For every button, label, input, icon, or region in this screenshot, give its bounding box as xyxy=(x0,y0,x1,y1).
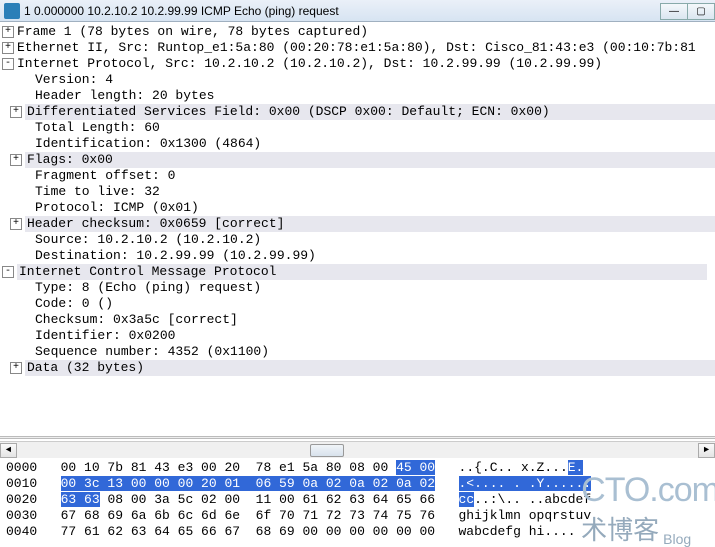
tree-label: Source: 10.2.10.2 (10.2.10.2) xyxy=(35,232,261,248)
packet-details-tree[interactable]: +Frame 1 (78 bytes on wire, 78 bytes cap… xyxy=(0,22,715,434)
collapse-icon[interactable]: - xyxy=(2,266,14,278)
expand-icon[interactable]: + xyxy=(2,42,14,54)
tree-label: Sequence number: 4352 (0x1100) xyxy=(35,344,269,360)
ascii-selection: .<.... . .Y...... xyxy=(459,476,592,491)
tree-label: Identifier: 0x0200 xyxy=(35,328,175,344)
hex-offset: 0000 xyxy=(6,460,37,475)
expand-icon[interactable]: + xyxy=(10,362,22,374)
tree-label: Frame 1 (78 bytes on wire, 78 bytes capt… xyxy=(17,24,368,40)
tree-row[interactable]: Time to live: 32 xyxy=(0,184,715,200)
hex-selection: 63 63 xyxy=(61,492,100,507)
tree-label: Internet Protocol, Src: 10.2.10.2 (10.2.… xyxy=(17,56,602,72)
hex-offset: 0010 xyxy=(6,476,37,491)
tree-label: Protocol: ICMP (0x01) xyxy=(35,200,199,216)
tree-row[interactable]: Version: 4 xyxy=(0,72,715,88)
tree-row[interactable]: Total Length: 60 xyxy=(0,120,715,136)
tree-label: Destination: 10.2.99.99 (10.2.99.99) xyxy=(35,248,316,264)
tree-row[interactable]: +Header checksum: 0x0659 [correct] xyxy=(0,216,715,232)
tree-label: Code: 0 () xyxy=(35,296,113,312)
tree-label: Data (32 bytes) xyxy=(25,360,715,376)
hex-line[interactable]: 0030 67 68 69 6a 6b 6c 6d 6e 6f 70 71 72… xyxy=(6,508,709,524)
tree-row[interactable]: Checksum: 0x3a5c [correct] xyxy=(0,312,715,328)
scroll-thumb[interactable] xyxy=(310,444,344,457)
tree-row[interactable]: Code: 0 () xyxy=(0,296,715,312)
horizontal-scrollbar[interactable]: ◄ ► xyxy=(0,441,715,458)
pane-splitter[interactable] xyxy=(0,436,715,439)
expand-icon[interactable]: + xyxy=(2,26,14,38)
tree-row[interactable]: Sequence number: 4352 (0x1100) xyxy=(0,344,715,360)
tree-label: Type: 8 (Echo (ping) request) xyxy=(35,280,261,296)
hex-line[interactable]: 0010 00 3c 13 00 00 00 20 01 06 59 0a 02… xyxy=(6,476,709,492)
expand-icon[interactable]: + xyxy=(10,106,22,118)
tree-label: Flags: 0x00 xyxy=(25,152,715,168)
tree-label: Total Length: 60 xyxy=(35,120,160,136)
hex-selection: 45 00 xyxy=(396,460,435,475)
hex-selection: 00 3c 13 00 00 00 20 01 06 59 0a 02 0a 0… xyxy=(61,476,435,491)
minimize-button[interactable]: — xyxy=(660,3,688,20)
ascii-selection: cc xyxy=(459,492,475,507)
tree-row[interactable]: +Differentiated Services Field: 0x00 (DS… xyxy=(0,104,715,120)
hex-line[interactable]: 0000 00 10 7b 81 43 e3 00 20 78 e1 5a 80… xyxy=(6,460,709,476)
tree-label: Version: 4 xyxy=(35,72,113,88)
tree-row[interactable]: Identifier: 0x0200 xyxy=(0,328,715,344)
tree-label: Ethernet II, Src: Runtop_e1:5a:80 (00:20… xyxy=(17,40,696,56)
tree-label: Identification: 0x1300 (4864) xyxy=(35,136,261,152)
scroll-right-button[interactable]: ► xyxy=(698,443,715,458)
maximize-button[interactable]: ▢ xyxy=(687,3,715,20)
hex-line[interactable]: 0020 63 63 08 00 3a 5c 02 00 11 00 61 62… xyxy=(6,492,709,508)
tree-label: Header length: 20 bytes xyxy=(35,88,214,104)
tree-row[interactable]: +Data (32 bytes) xyxy=(0,360,715,376)
hex-offset: 0040 xyxy=(6,524,37,539)
scroll-left-button[interactable]: ◄ xyxy=(0,443,17,458)
tree-label: Checksum: 0x3a5c [correct] xyxy=(35,312,238,328)
expand-icon[interactable]: + xyxy=(10,218,22,230)
expand-icon[interactable]: + xyxy=(10,154,22,166)
hex-line[interactable]: 0040 77 61 62 63 64 65 66 67 68 69 00 00… xyxy=(6,524,709,540)
tree-row[interactable]: -Internet Protocol, Src: 10.2.10.2 (10.2… xyxy=(0,56,715,72)
scroll-track[interactable] xyxy=(17,443,698,458)
hex-dump-pane[interactable]: 0000 00 10 7b 81 43 e3 00 20 78 e1 5a 80… xyxy=(0,458,715,542)
tree-label: Differentiated Services Field: 0x00 (DSC… xyxy=(25,104,715,120)
ascii-selection: E. xyxy=(568,460,584,475)
tree-row[interactable]: +Ethernet II, Src: Runtop_e1:5a:80 (00:2… xyxy=(0,40,715,56)
tree-row[interactable]: Identification: 0x1300 (4864) xyxy=(0,136,715,152)
tree-row[interactable]: +Flags: 0x00 xyxy=(0,152,715,168)
tree-row[interactable]: -Internet Control Message Protocol xyxy=(0,264,715,280)
hex-offset: 0030 xyxy=(6,508,37,523)
tree-label: Header checksum: 0x0659 [correct] xyxy=(25,216,715,232)
tree-label: Time to live: 32 xyxy=(35,184,160,200)
tree-row[interactable]: +Frame 1 (78 bytes on wire, 78 bytes cap… xyxy=(0,24,715,40)
tree-row[interactable]: Protocol: ICMP (0x01) xyxy=(0,200,715,216)
app-icon xyxy=(4,3,20,19)
window-title: 1 0.000000 10.2.10.2 10.2.99.99 ICMP Ech… xyxy=(24,4,339,18)
tree-row[interactable]: Destination: 10.2.99.99 (10.2.99.99) xyxy=(0,248,715,264)
hex-offset: 0020 xyxy=(6,492,37,507)
tree-row[interactable]: Fragment offset: 0 xyxy=(0,168,715,184)
collapse-icon[interactable]: - xyxy=(2,58,14,70)
tree-row[interactable]: Header length: 20 bytes xyxy=(0,88,715,104)
tree-label: Fragment offset: 0 xyxy=(35,168,175,184)
tree-row[interactable]: Type: 8 (Echo (ping) request) xyxy=(0,280,715,296)
tree-row[interactable]: Source: 10.2.10.2 (10.2.10.2) xyxy=(0,232,715,248)
tree-label: Internet Control Message Protocol xyxy=(17,264,707,280)
title-bar: 1 0.000000 10.2.10.2 10.2.99.99 ICMP Ech… xyxy=(0,0,715,22)
